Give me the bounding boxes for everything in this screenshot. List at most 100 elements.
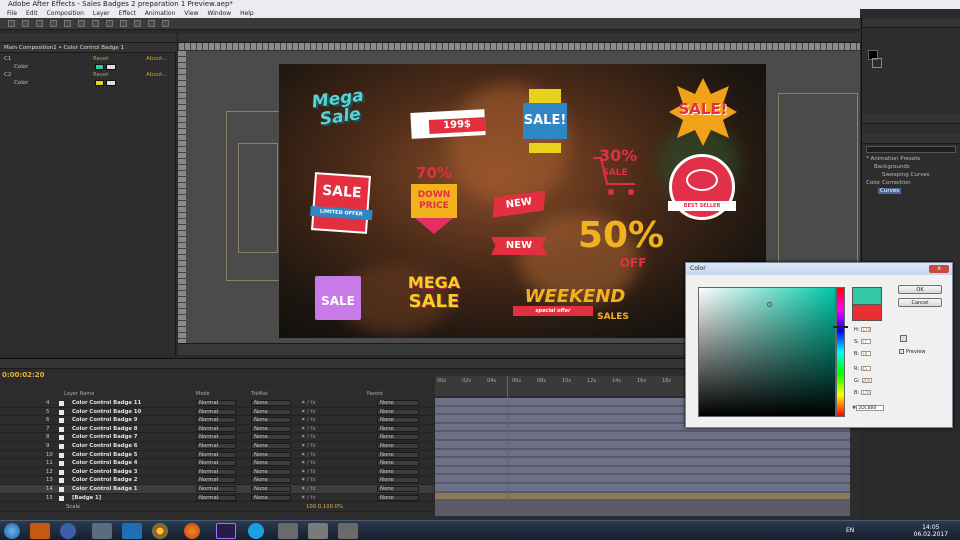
layer-name[interactable]: Color Control Badge 11 (72, 399, 141, 408)
table-row[interactable]: 10 Color Control Badge 5 Normal None ✷ ∕ fx N… (0, 451, 434, 460)
field-r-value[interactable]: 45 (861, 366, 872, 371)
table-row[interactable]: 9 Color Control Badge 6 Normal None ✷ ∕ fx No… (0, 442, 434, 451)
field-b-value[interactable]: 78 (861, 351, 872, 356)
layer-mode-dropdown[interactable]: Normal (196, 417, 236, 424)
taskbar-app-icon[interactable] (60, 523, 76, 539)
brush-tool-icon[interactable] (134, 20, 141, 27)
layer-mode-dropdown[interactable]: Normal (196, 443, 236, 449)
color-picker-cursor[interactable] (767, 302, 772, 307)
table-row[interactable]: 8 Color Control Badge 7 Normal None ✷ ∕ fx No… (0, 433, 434, 442)
field-r[interactable]: R: 45 (854, 366, 872, 372)
layer-name[interactable]: Color Control Badge 7 (72, 433, 138, 442)
menu-help[interactable]: Help (240, 10, 254, 17)
layer-label-color[interactable] (59, 426, 64, 432)
layer-label-color[interactable] (59, 487, 64, 492)
eyedropper-icon[interactable] (900, 335, 907, 342)
taskbar-app-icon[interactable] (338, 523, 358, 539)
layer-label-color[interactable] (59, 418, 64, 424)
field-b[interactable]: B: 78 (854, 351, 872, 357)
table-row[interactable]: 13 Color Control Badge 2 Normal None ✷ ∕ fx N… (0, 476, 434, 485)
layer-name[interactable]: Color Control Badge 8 (72, 425, 138, 434)
color-swatch-c2[interactable] (95, 80, 104, 86)
paragraph-tab[interactable] (862, 114, 960, 124)
taskbar-firefox-icon[interactable] (184, 523, 200, 539)
layer-trkmat-dropdown[interactable]: None (251, 451, 291, 458)
layer-duration-bar[interactable] (435, 484, 850, 492)
layer-name[interactable]: Color Control Badge 6 (72, 442, 138, 451)
layer-trkmat-dropdown[interactable]: None (251, 468, 291, 475)
layer-parent-dropdown[interactable]: None (377, 417, 419, 424)
layer-name[interactable]: [Badge 1] (72, 494, 101, 503)
pan-behind-tool-icon[interactable] (78, 20, 85, 27)
effect-c2-row[interactable]: C2 Reset About... (0, 71, 176, 79)
taskbar-chrome-icon[interactable] (152, 523, 168, 539)
layer-switches[interactable]: ✷ ∕ fx (301, 408, 316, 417)
layer-mode-dropdown[interactable]: Normal (196, 494, 236, 501)
table-row[interactable]: 12 Color Control Badge 3 Normal None ✷ ∕ fx N… (0, 468, 434, 477)
layer-parent-dropdown[interactable]: None (377, 468, 419, 475)
zoom-tool-icon[interactable] (36, 20, 43, 27)
layer-trkmat-dropdown[interactable]: None (251, 425, 291, 432)
effect-c2-color-row[interactable]: Color (0, 79, 176, 87)
layer-switches[interactable]: ✷ ∕ fx (301, 494, 316, 503)
start-button[interactable] (4, 523, 20, 539)
layer-label-color[interactable] (59, 444, 64, 449)
effect-c1-about[interactable]: About... (146, 55, 168, 63)
layer-mode-dropdown[interactable]: Normal (196, 460, 236, 467)
field-blue-value[interactable]: 176 (861, 390, 872, 395)
layer-mode-dropdown[interactable]: Normal (196, 468, 236, 475)
layer-label-color[interactable] (59, 469, 64, 475)
eyedropper-icon[interactable] (106, 80, 116, 86)
menu-window[interactable]: Window (207, 10, 231, 17)
layer-mode-dropdown[interactable]: Normal (196, 451, 236, 458)
field-g-value[interactable]: 200 (861, 378, 872, 383)
camera-tool-icon[interactable] (64, 20, 71, 27)
layer-parent-dropdown[interactable]: None (377, 494, 419, 501)
layer-parent-dropdown[interactable]: None (377, 434, 419, 441)
taskbar-after-effects-icon[interactable] (216, 523, 236, 539)
text-tool-icon[interactable] (120, 20, 127, 27)
layer-duration-bar[interactable] (435, 432, 850, 440)
layer-mode-dropdown[interactable]: Normal (196, 425, 236, 432)
menu-file[interactable]: File (7, 10, 17, 17)
layer-mode-dropdown[interactable]: Normal (196, 477, 236, 484)
effects-presets-tab[interactable] (862, 134, 960, 144)
menu-composition[interactable]: Composition (47, 10, 84, 17)
composition-tab[interactable] (178, 33, 860, 43)
hex-input[interactable]: 2DC8B0 (856, 405, 885, 411)
layer-name[interactable]: Color Control Badge 10 (72, 408, 141, 417)
layer-trkmat-dropdown[interactable]: None (251, 443, 291, 449)
close-button[interactable]: x (929, 265, 949, 273)
layer-switches[interactable]: ✷ ∕ fx (301, 468, 316, 477)
menu-edit[interactable]: Edit (26, 10, 38, 17)
eyedropper-icon[interactable] (106, 64, 116, 70)
taskbar-illustrator-icon[interactable] (30, 523, 50, 539)
table-row[interactable]: 14 Color Control Badge 1 Normal None ✷ ∕ fx N… (0, 485, 434, 494)
layer-mode-dropdown[interactable]: Normal (196, 486, 236, 492)
effect-c2-about[interactable]: About... (146, 71, 168, 79)
layer-label-color[interactable] (59, 401, 64, 406)
menu-animation[interactable]: Animation (145, 10, 176, 17)
taskbar-photoshop-icon[interactable] (122, 523, 142, 539)
layer-sub-row-scale[interactable]: Scale 100.0,100.0% (0, 503, 434, 512)
system-clock[interactable]: 14:05 06.02.2017 (914, 524, 948, 538)
layer-parent-dropdown[interactable]: None (377, 443, 419, 449)
field-h[interactable]: H: 170 (854, 327, 872, 333)
scale-value[interactable]: 100.0,100.0% (306, 503, 343, 512)
field-blue[interactable]: B: 176 (854, 390, 872, 396)
layer-trkmat-dropdown[interactable]: None (251, 400, 291, 406)
table-row[interactable]: 6 Color Control Badge 9 Normal None ✷ ∕ fx No… (0, 416, 434, 425)
preset-animation[interactable]: * Animation Presets (866, 156, 920, 162)
old-color-preview[interactable] (852, 304, 882, 321)
layer-trkmat-dropdown[interactable]: None (251, 434, 291, 441)
rotate-tool-icon[interactable] (50, 20, 57, 27)
layer-parent-dropdown[interactable]: None (377, 486, 419, 492)
layer-mode-dropdown[interactable]: Normal (196, 400, 236, 406)
layer-label-color[interactable] (59, 452, 64, 458)
cancel-button[interactable]: Cancel (898, 298, 942, 307)
layer-switches[interactable]: ✷ ∕ fx (301, 433, 316, 442)
layer-parent-dropdown[interactable]: None (377, 425, 419, 432)
language-indicator[interactable]: EN (846, 527, 854, 534)
field-s[interactable]: S: 77 (854, 339, 871, 345)
stroke-color-swatch[interactable] (872, 58, 882, 68)
